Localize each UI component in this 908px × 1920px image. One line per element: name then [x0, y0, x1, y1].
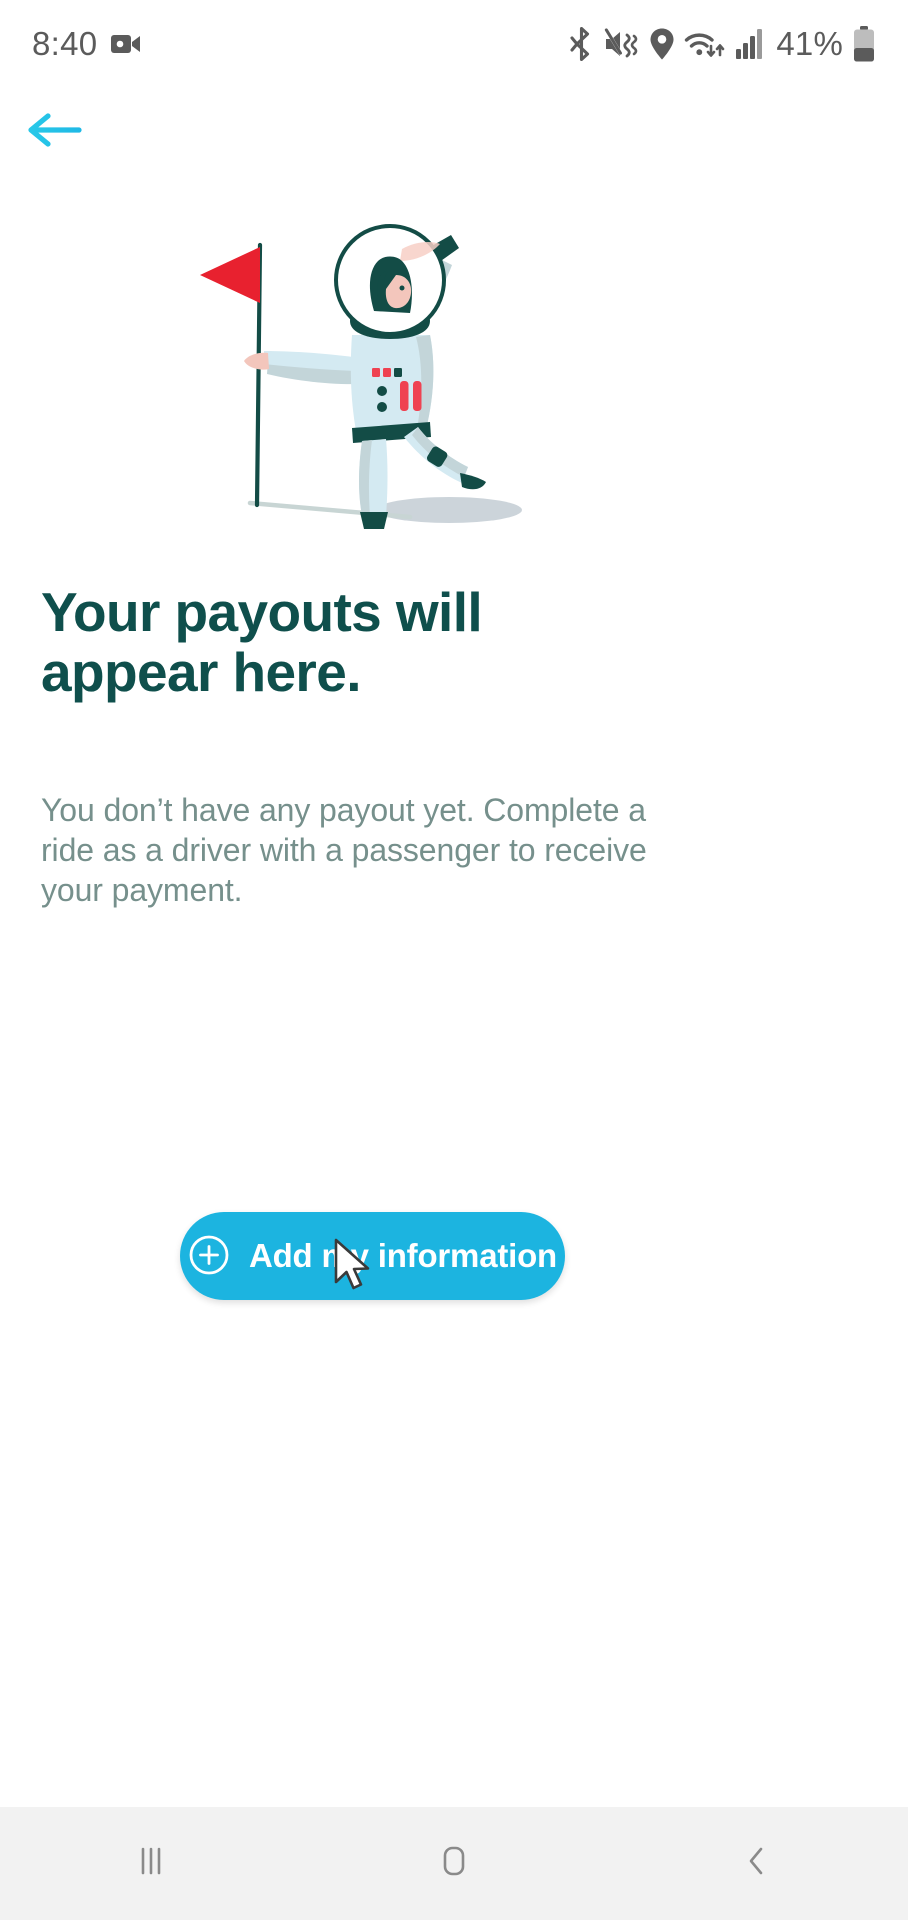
add-my-information-label: Add my information: [248, 1237, 558, 1274]
recents-icon: [131, 1841, 171, 1886]
sound-mute-vibrate-icon: [604, 27, 640, 61]
system-navigation-bar: [0, 1807, 908, 1920]
recents-button[interactable]: [0, 1807, 303, 1920]
page-title: Your payouts will appear here.: [41, 581, 483, 703]
cellular-signal-icon: [735, 27, 763, 61]
app-screen: 8:40 41% Your payouts will appear here. …: [0, 0, 908, 1920]
system-back-button[interactable]: [605, 1807, 908, 1920]
location-pin-icon: [649, 27, 675, 61]
home-button[interactable]: [303, 1807, 606, 1920]
battery-percent-label: 41%: [776, 25, 843, 62]
bluetooth-icon: [568, 27, 595, 61]
status-bar-left: 8:40: [32, 25, 141, 63]
status-bar-right: 41%: [568, 25, 878, 63]
chevron-left-icon: [737, 1841, 777, 1886]
add-my-information-button[interactable]: Add my information: [180, 1212, 565, 1300]
status-bar: 8:40 41%: [0, 0, 908, 88]
empty-state-description: You don’t have any payout yet. Complete …: [41, 792, 647, 908]
home-icon: [434, 1841, 474, 1886]
plus-circle-icon: [188, 1234, 230, 1279]
flag-banner: [200, 247, 260, 303]
astronaut: [244, 224, 486, 529]
wifi-icon: [684, 27, 726, 61]
arrow-left-icon: [26, 109, 84, 156]
astronaut-planting-flag-illustration: [172, 185, 572, 540]
ground-shadow: [376, 497, 522, 523]
status-bar-clock: 8:40: [32, 25, 98, 62]
back-button[interactable]: [18, 96, 92, 168]
video-recording-icon: [111, 32, 141, 56]
battery-icon: [852, 26, 876, 62]
